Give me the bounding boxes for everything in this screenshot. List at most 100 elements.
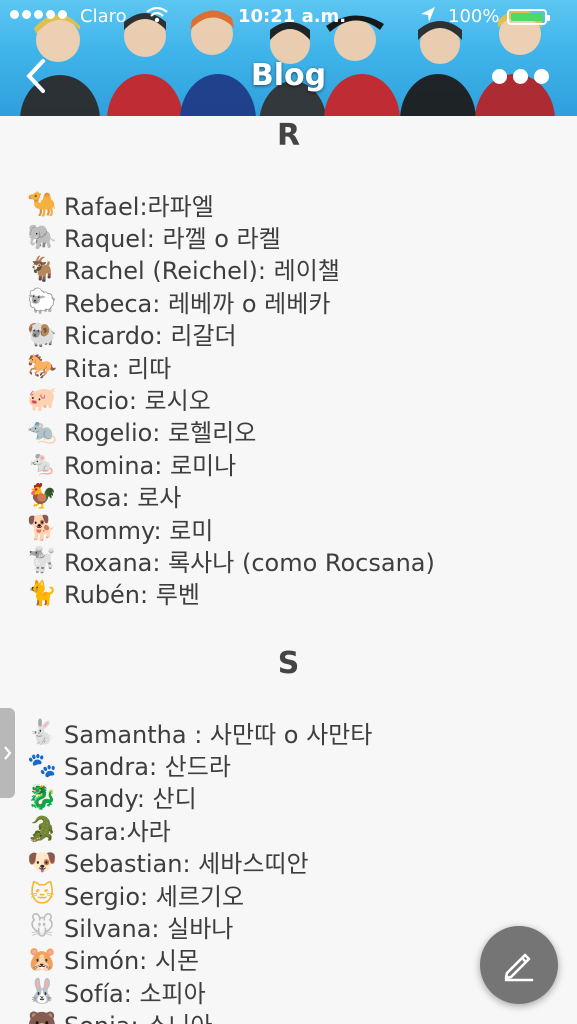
name-translation: Raquel: 라껠 o 라켈: [64, 225, 281, 254]
ram-emoji: 🐏: [26, 319, 64, 349]
list-item: 🐉 Sandy: 산디: [26, 781, 566, 814]
dog-face-emoji: 🐶: [26, 847, 64, 877]
list-item: 🐇 Samantha : 사만따 o 사만타: [26, 716, 566, 749]
rat-emoji: 🐀: [26, 416, 64, 446]
name-translation: Rafael:라파엘: [64, 192, 214, 221]
emoji-glyph: 🐈: [27, 578, 57, 607]
list-item: 🐎 Rita: 리따: [26, 350, 566, 383]
header-banner: Claro 10:21 a.m. 100% Blog: [0, 0, 577, 116]
section-heading-s: S: [277, 646, 300, 681]
name-translation: Sergio: 세르기오: [64, 882, 245, 911]
name-translation: Silvana: 실바나: [64, 915, 234, 944]
list-item: 🐱 Sergio: 세르기오: [26, 878, 566, 911]
list-item: 🐕 Rommy: 로미: [26, 512, 566, 545]
name-translation: Rachel (Reichel): 레이챌: [64, 257, 340, 286]
bear-face-emoji: 🐻: [26, 1009, 64, 1024]
list-item: 🐭 Silvana: 실바나: [26, 910, 566, 944]
list-item: 🐾 Sandra: 산드라: [26, 748, 566, 782]
list-item: 🐈 Rubén: 루벤: [26, 577, 566, 610]
crocodile-emoji: 🐊: [26, 814, 64, 844]
list-item: 🐖 Rocio: 로시오: [26, 382, 566, 416]
emoji-glyph: 🐊: [27, 815, 57, 844]
emoji-glyph: 🐕: [27, 514, 57, 543]
name-translation: Sandra: 산드라: [64, 753, 231, 782]
more-dots-icon: [491, 68, 507, 84]
rabbit-face-emoji: 🐰: [26, 976, 64, 1006]
signal-strength-icon: [10, 10, 67, 19]
section-heading-r: R: [276, 118, 301, 153]
name-translation: Sandy: 산디: [64, 785, 197, 814]
name-translation: Rocio: 로시오: [64, 387, 211, 416]
emoji-glyph: 🐶: [27, 847, 57, 876]
cat-face-emoji: 🐱: [26, 879, 64, 909]
emoji-glyph: 🐉: [27, 782, 57, 811]
emoji-glyph: 🐰: [27, 977, 57, 1006]
emoji-glyph: 🐑: [27, 287, 57, 316]
hamster-face-emoji: 🐹: [26, 944, 64, 974]
carrier-name: Claro: [80, 6, 127, 27]
mouse-face-emoji: 🐭: [26, 912, 64, 942]
pig-emoji: 🐖: [26, 384, 64, 414]
edit-fab-button[interactable]: [480, 926, 558, 1004]
name-translation: Simón: 시몬: [64, 947, 200, 976]
emoji-glyph: 🐏: [27, 319, 57, 348]
name-translation: Rogelio: 로헬리오: [64, 419, 257, 448]
emoji-glyph: 🐐: [27, 254, 57, 283]
list-item: 🐻 Sonia: 소니아: [26, 1008, 566, 1024]
emoji-glyph: 🐭: [29, 912, 55, 941]
list-item: 🐓 Rosa: 로사: [26, 480, 566, 513]
name-translation: Roxana: 록사나 (como Rocsana): [64, 549, 435, 577]
list-item: 🐊 Sara:사라: [26, 813, 566, 846]
wifi-icon: [146, 6, 168, 29]
sheep-emoji: 🐑: [26, 286, 64, 316]
status-time: 10:21 a.m.: [238, 6, 347, 27]
dragon-emoji: 🐉: [26, 782, 64, 812]
name-translation: Romina: 로미나: [64, 451, 237, 480]
rabbit-emoji: 🐇: [26, 717, 64, 747]
goat-emoji: 🐐: [26, 254, 64, 284]
emoji-glyph: 🐩: [27, 546, 57, 575]
location-arrow-icon: [420, 6, 436, 29]
list-item: 🐁 Romina: 로미나: [26, 447, 566, 480]
name-translation: Rommy: 로미: [64, 516, 214, 545]
chevron-right-icon: [4, 746, 12, 760]
emoji-glyph: 🐁: [27, 449, 57, 478]
battery-percent: 100%: [448, 6, 500, 27]
list-item: 🐑 Rebeca: 레베까 o 레베카: [26, 285, 566, 318]
paw-prints-emoji: 🐾: [26, 750, 64, 780]
side-drawer-tab[interactable]: [0, 708, 15, 798]
dog-emoji: 🐕: [26, 513, 64, 543]
name-translation: Rubén: 루벤: [64, 581, 200, 610]
emoji-glyph: 🐾: [27, 750, 57, 779]
emoji-glyph: 🐪: [27, 190, 57, 219]
elephant-emoji: 🐘: [26, 222, 64, 252]
emoji-glyph: 🐓: [27, 481, 57, 510]
name-translation: Rebeca: 레베까 o 레베카: [64, 289, 331, 318]
emoji-glyph: 🐘: [27, 222, 57, 251]
name-translation: Sofía: 소피아: [64, 979, 206, 1008]
emoji-glyph: 🐀: [27, 416, 57, 445]
name-translation: Samantha : 사만따 o 사만타: [64, 720, 373, 749]
list-item: 🐀 Rogelio: 로헬리오: [26, 415, 566, 448]
name-translation: Rosa: 로사: [64, 484, 182, 513]
name-list-r: 🐪 Rafael:라파엘 🐘 Raquel: 라껠 o 라켈 🐐 Rachel (Reic…: [26, 188, 566, 609]
status-bar: Claro 10:21 a.m. 100%: [0, 0, 577, 36]
battery-icon: [507, 9, 550, 25]
name-translation: Sonia: 소니아: [64, 1006, 212, 1024]
name-translation: Sebastian: 세바스띠안: [64, 850, 309, 879]
name-translation: Rita: 리따: [64, 354, 172, 383]
list-item: 🐏 Ricardo: 리갈더: [26, 318, 566, 351]
emoji-glyph: 🐻: [27, 1009, 57, 1024]
camel-emoji: 🐪: [26, 189, 64, 219]
blog-content[interactable]: R 🐪 Rafael:라파엘 🐘 Raquel: 라껠 o 라켈 🐐 Rachel (Re…: [0, 116, 577, 1024]
horse-racing-emoji: 🐎: [26, 351, 64, 381]
list-item: 🐪 Rafael:라파엘: [26, 188, 566, 221]
pencil-edit-icon: [504, 953, 534, 982]
emoji-glyph: 🐇: [27, 718, 57, 747]
rooster-emoji: 🐓: [26, 481, 64, 511]
cat-emoji: 🐈: [26, 578, 64, 608]
more-options-button[interactable]: [490, 62, 550, 90]
emoji-glyph: 🐹: [27, 944, 57, 973]
poodle-emoji: 🐩: [26, 545, 64, 575]
mouse-emoji: 🐁: [26, 448, 64, 478]
